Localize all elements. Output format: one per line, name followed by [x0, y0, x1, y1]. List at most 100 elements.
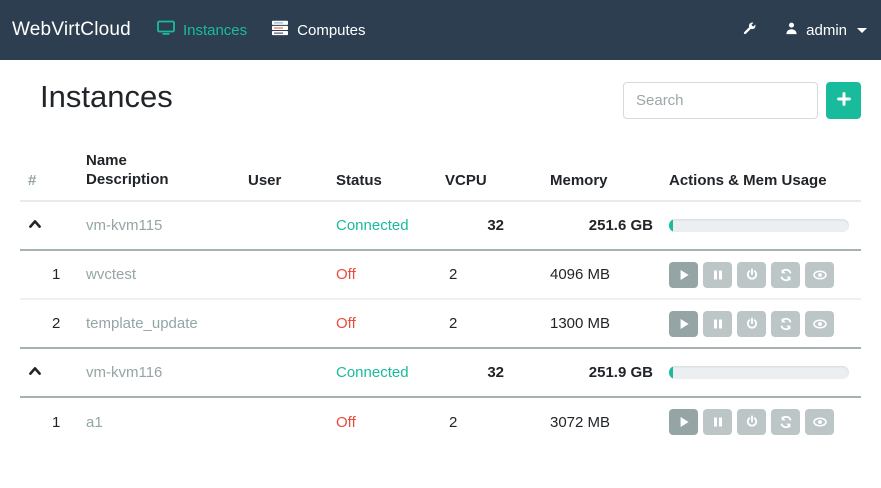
host-status: Connected [336, 217, 409, 234]
caret-down-icon [857, 28, 867, 33]
search-input[interactable] [623, 82, 818, 119]
header-user: User [240, 127, 328, 201]
host-memory: 251.9 GB [512, 348, 661, 397]
pause-button [703, 311, 732, 337]
mem-usage-fill [669, 219, 673, 232]
refresh-button [771, 311, 800, 337]
host-name-link[interactable]: vm-kvm116 [86, 364, 162, 381]
play-button[interactable] [669, 262, 698, 288]
pause-icon [711, 415, 725, 429]
instance-name-link[interactable]: wvctest [86, 266, 136, 283]
power-icon [745, 415, 759, 429]
instance-memory: 3072 MB [512, 397, 661, 446]
nav-item-instances[interactable]: Instances [145, 0, 259, 60]
nav-item-label: Computes [297, 22, 365, 39]
eye-icon [813, 268, 827, 282]
pause-button [703, 262, 732, 288]
instance-vcpu: 2 [437, 250, 512, 299]
refresh-icon [779, 317, 793, 331]
instance-memory: 1300 MB [512, 299, 661, 348]
instance-index: 1 [20, 397, 78, 446]
instance-vcpu: 2 [437, 397, 512, 446]
host-user-cell [240, 201, 328, 250]
instances-table: # Name Description User Status VCPU Memo… [20, 127, 861, 446]
instance-index: 1 [20, 250, 78, 299]
table-header-row: # Name Description User Status VCPU Memo… [20, 127, 861, 201]
refresh-button [771, 409, 800, 435]
refresh-icon [779, 268, 793, 282]
nav-item-computes[interactable]: Computes [259, 0, 377, 60]
play-button[interactable] [669, 409, 698, 435]
instance-vcpu: 2 [437, 299, 512, 348]
add-instance-button[interactable] [826, 82, 861, 119]
wrench-icon [741, 20, 758, 41]
header-actions: Actions & Mem Usage [661, 127, 861, 201]
brand-link[interactable]: WebVirtCloud [12, 19, 131, 41]
user-dropdown[interactable]: admin [784, 21, 867, 40]
chevron-up-icon [28, 217, 42, 231]
eye-button [805, 262, 834, 288]
mem-usage-bar [669, 219, 849, 232]
host-row: vm-kvm115 Connected 32251.6 GB [20, 201, 861, 250]
user-name: admin [806, 22, 847, 39]
host-vcpu: 32 [437, 201, 512, 250]
refresh-button [771, 262, 800, 288]
instance-memory: 4096 MB [512, 250, 661, 299]
play-icon [677, 317, 691, 331]
header-name-description: Name Description [78, 127, 240, 201]
instance-status: Off [336, 266, 356, 283]
eye-button [805, 311, 834, 337]
instances-table-body: vm-kvm115Connected32251.6 GB1wvctestOff2… [20, 201, 861, 446]
pause-icon [711, 268, 725, 282]
host-name-link[interactable]: vm-kvm115 [86, 217, 162, 234]
host-status: Connected [336, 364, 409, 381]
power-button [737, 262, 766, 288]
instance-user-cell [240, 397, 328, 446]
eye-icon [813, 415, 827, 429]
instance-name-link[interactable]: a1 [86, 414, 103, 431]
instance-status: Off [336, 414, 356, 431]
user-icon [784, 21, 799, 40]
instance-row: 1 a1 Off 23072 MB [20, 397, 861, 446]
server-icon [271, 20, 289, 40]
display-icon [157, 20, 175, 40]
page-title: Instances [40, 75, 173, 119]
play-icon [677, 415, 691, 429]
nav-item-label: Instances [183, 22, 247, 39]
header-vcpu: VCPU [437, 127, 512, 201]
instance-row: 1 wvctest Off 24096 MB [20, 250, 861, 299]
mem-usage-bar [669, 366, 849, 379]
header-description: Description [86, 170, 232, 189]
chevron-up-icon [28, 364, 42, 378]
instance-row: 2template_updateOff21300 MB [20, 299, 861, 348]
instance-name-link[interactable]: template_update [86, 315, 198, 332]
top-navbar: WebVirtCloud Instances Computes admin [0, 0, 881, 60]
host-memory: 251.6 GB [512, 201, 661, 250]
header-memory: Memory [512, 127, 661, 201]
play-button[interactable] [669, 311, 698, 337]
host-vcpu: 32 [437, 348, 512, 397]
header-name: Name [86, 151, 232, 170]
instance-user-cell [240, 299, 328, 348]
pause-button [703, 409, 732, 435]
power-button [737, 409, 766, 435]
instance-user-cell [240, 250, 328, 299]
instance-index: 2 [20, 299, 78, 348]
play-icon [677, 268, 691, 282]
eye-icon [813, 317, 827, 331]
plus-icon [836, 91, 852, 110]
instance-status: Off [336, 315, 356, 332]
refresh-icon [779, 415, 793, 429]
pause-icon [711, 317, 725, 331]
header-index: # [20, 127, 78, 201]
host-row: vm-kvm116 Connected 32251.9 GB [20, 348, 861, 397]
power-button [737, 311, 766, 337]
mem-usage-fill [669, 366, 673, 379]
eye-button [805, 409, 834, 435]
collapse-toggle[interactable] [28, 217, 42, 231]
settings-wrench-button[interactable] [741, 20, 758, 41]
collapse-toggle[interactable] [28, 364, 42, 378]
power-icon [745, 268, 759, 282]
power-icon [745, 317, 759, 331]
header-status: Status [328, 127, 437, 201]
